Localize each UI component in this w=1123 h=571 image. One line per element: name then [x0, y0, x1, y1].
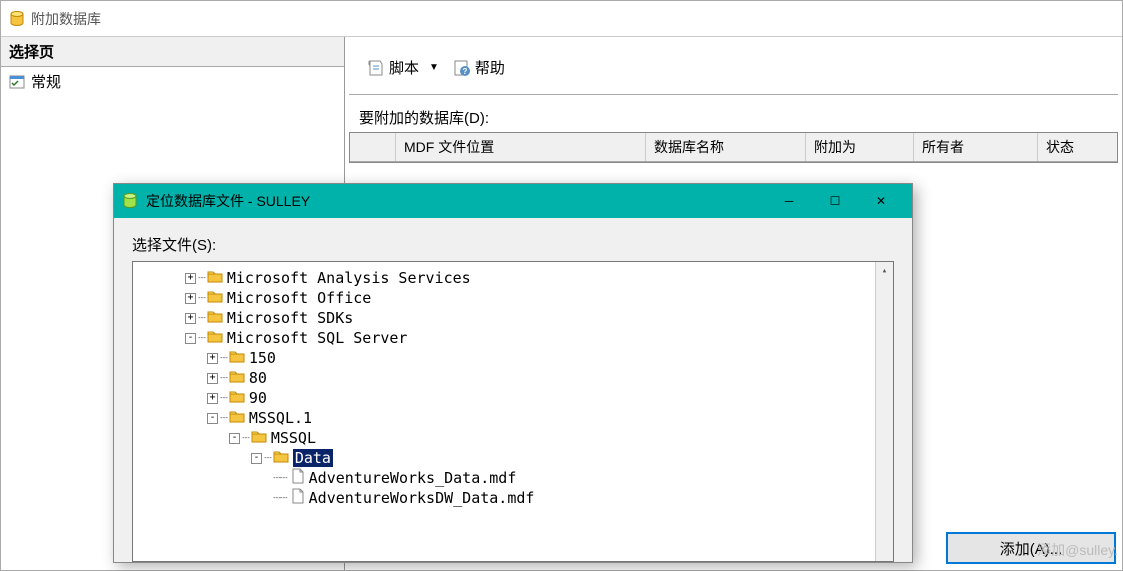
file-tree[interactable]: +┄Microsoft Analysis Services+┄Microsoft…: [132, 261, 894, 562]
properties-icon: [9, 75, 25, 89]
modal-title: 定位数据库文件 - SULLEY: [146, 191, 766, 211]
tree-node[interactable]: ┄┄AdventureWorksDW_Data.mdf: [273, 488, 893, 508]
tree-node[interactable]: ┄┄AdventureWorks_Data.mdf: [273, 468, 893, 488]
expander-icon[interactable]: +: [185, 273, 196, 284]
folder-icon: [227, 369, 249, 387]
col-owner: 所有者: [914, 133, 1038, 161]
tree-node-label: Microsoft Analysis Services: [227, 269, 471, 287]
maximize-button[interactable]: ☐: [812, 186, 858, 216]
expander-icon[interactable]: -: [207, 413, 218, 424]
tree-node[interactable]: +┄150: [207, 348, 893, 368]
folder-icon: [205, 329, 227, 347]
tree-node[interactable]: -┄Data: [251, 448, 893, 468]
script-icon: [367, 59, 385, 77]
tree-node-label: AdventureWorksDW_Data.mdf: [309, 489, 535, 507]
folder-icon: [205, 289, 227, 307]
expander-icon[interactable]: +: [207, 373, 218, 384]
expander-icon[interactable]: +: [185, 313, 196, 324]
add-button[interactable]: 添加(A)...: [946, 532, 1116, 564]
tree-node-label: Microsoft Office: [227, 289, 372, 307]
script-dropdown-arrow[interactable]: ▼: [429, 62, 439, 73]
expander-icon[interactable]: +: [185, 293, 196, 304]
script-button[interactable]: 脚本: [367, 57, 419, 78]
folder-icon: [271, 449, 293, 467]
tree-node[interactable]: -┄MSSQL.1: [207, 408, 893, 428]
tree-node-label: MSSQL.1: [249, 409, 312, 427]
expander-icon[interactable]: -: [185, 333, 196, 344]
add-button-label: 添加(A)...: [1000, 538, 1063, 559]
tree-node-label: 80: [249, 369, 267, 387]
file-icon: [287, 468, 309, 488]
folder-icon: [205, 269, 227, 287]
tree-node[interactable]: +┄Microsoft SDKs: [185, 308, 893, 328]
main-title: 附加数据库: [31, 9, 101, 29]
sidebar-header: 选择页: [1, 37, 344, 67]
script-label: 脚本: [389, 57, 419, 78]
toolbar: 脚本 ▼ ? 帮助: [349, 41, 1118, 95]
database-icon: [122, 193, 138, 209]
help-label: 帮助: [475, 57, 505, 78]
col-blank: [350, 133, 396, 161]
sidebar-item-general[interactable]: 常规: [1, 67, 344, 96]
col-dbname: 数据库名称: [646, 133, 806, 161]
tree-node[interactable]: -┄Microsoft SQL Server: [185, 328, 893, 348]
folder-icon: [205, 309, 227, 327]
folder-icon: [249, 429, 271, 447]
expander-icon[interactable]: +: [207, 393, 218, 404]
tree-node-label: Microsoft SQL Server: [227, 329, 408, 347]
attach-table: MDF 文件位置 数据库名称 附加为 所有者 状态: [349, 132, 1118, 163]
tree-node[interactable]: +┄Microsoft Analysis Services: [185, 268, 893, 288]
scroll-up-arrow[interactable]: ▴: [876, 262, 893, 280]
tree-node-label: 90: [249, 389, 267, 407]
database-icon: [9, 11, 25, 27]
folder-icon: [227, 349, 249, 367]
modal-body: 选择文件(S): +┄Microsoft Analysis Services+┄…: [114, 218, 912, 562]
folder-icon: [227, 409, 249, 427]
tree-node[interactable]: -┄MSSQL: [229, 428, 893, 448]
tree-node[interactable]: +┄80: [207, 368, 893, 388]
table-header: MDF 文件位置 数据库名称 附加为 所有者 状态: [350, 133, 1117, 162]
main-titlebar: 附加数据库: [1, 1, 1122, 37]
folder-icon: [227, 389, 249, 407]
tree-node-label: Data: [293, 449, 333, 467]
close-button[interactable]: ✕: [858, 186, 904, 216]
tree-node[interactable]: +┄Microsoft Office: [185, 288, 893, 308]
expander-icon[interactable]: -: [229, 433, 240, 444]
expander-icon[interactable]: +: [207, 353, 218, 364]
vertical-scrollbar[interactable]: ▴: [875, 262, 893, 561]
help-button[interactable]: ? 帮助: [453, 57, 505, 78]
sidebar-item-label: 常规: [31, 71, 61, 92]
help-icon: ?: [453, 59, 471, 77]
col-status: 状态: [1038, 133, 1117, 161]
attach-label: 要附加的数据库(D):: [345, 99, 1122, 132]
select-file-label: 选择文件(S):: [132, 234, 894, 255]
tree-node[interactable]: +┄90: [207, 388, 893, 408]
modal-titlebar[interactable]: 定位数据库文件 - SULLEY ─ ☐ ✕: [114, 184, 912, 218]
tree-node-label: AdventureWorks_Data.mdf: [309, 469, 517, 487]
expander-icon[interactable]: -: [251, 453, 262, 464]
col-attach-as: 附加为: [806, 133, 914, 161]
minimize-button[interactable]: ─: [766, 186, 812, 216]
tree-node-label: 150: [249, 349, 276, 367]
tree-node-label: MSSQL: [271, 429, 316, 447]
tree-node-label: Microsoft SDKs: [227, 309, 353, 327]
file-icon: [287, 488, 309, 508]
locate-file-dialog: 定位数据库文件 - SULLEY ─ ☐ ✕ 选择文件(S): +┄Micros…: [113, 183, 913, 563]
window-buttons: ─ ☐ ✕: [766, 186, 904, 216]
svg-text:?: ?: [462, 67, 467, 76]
col-location: MDF 文件位置: [396, 133, 646, 161]
